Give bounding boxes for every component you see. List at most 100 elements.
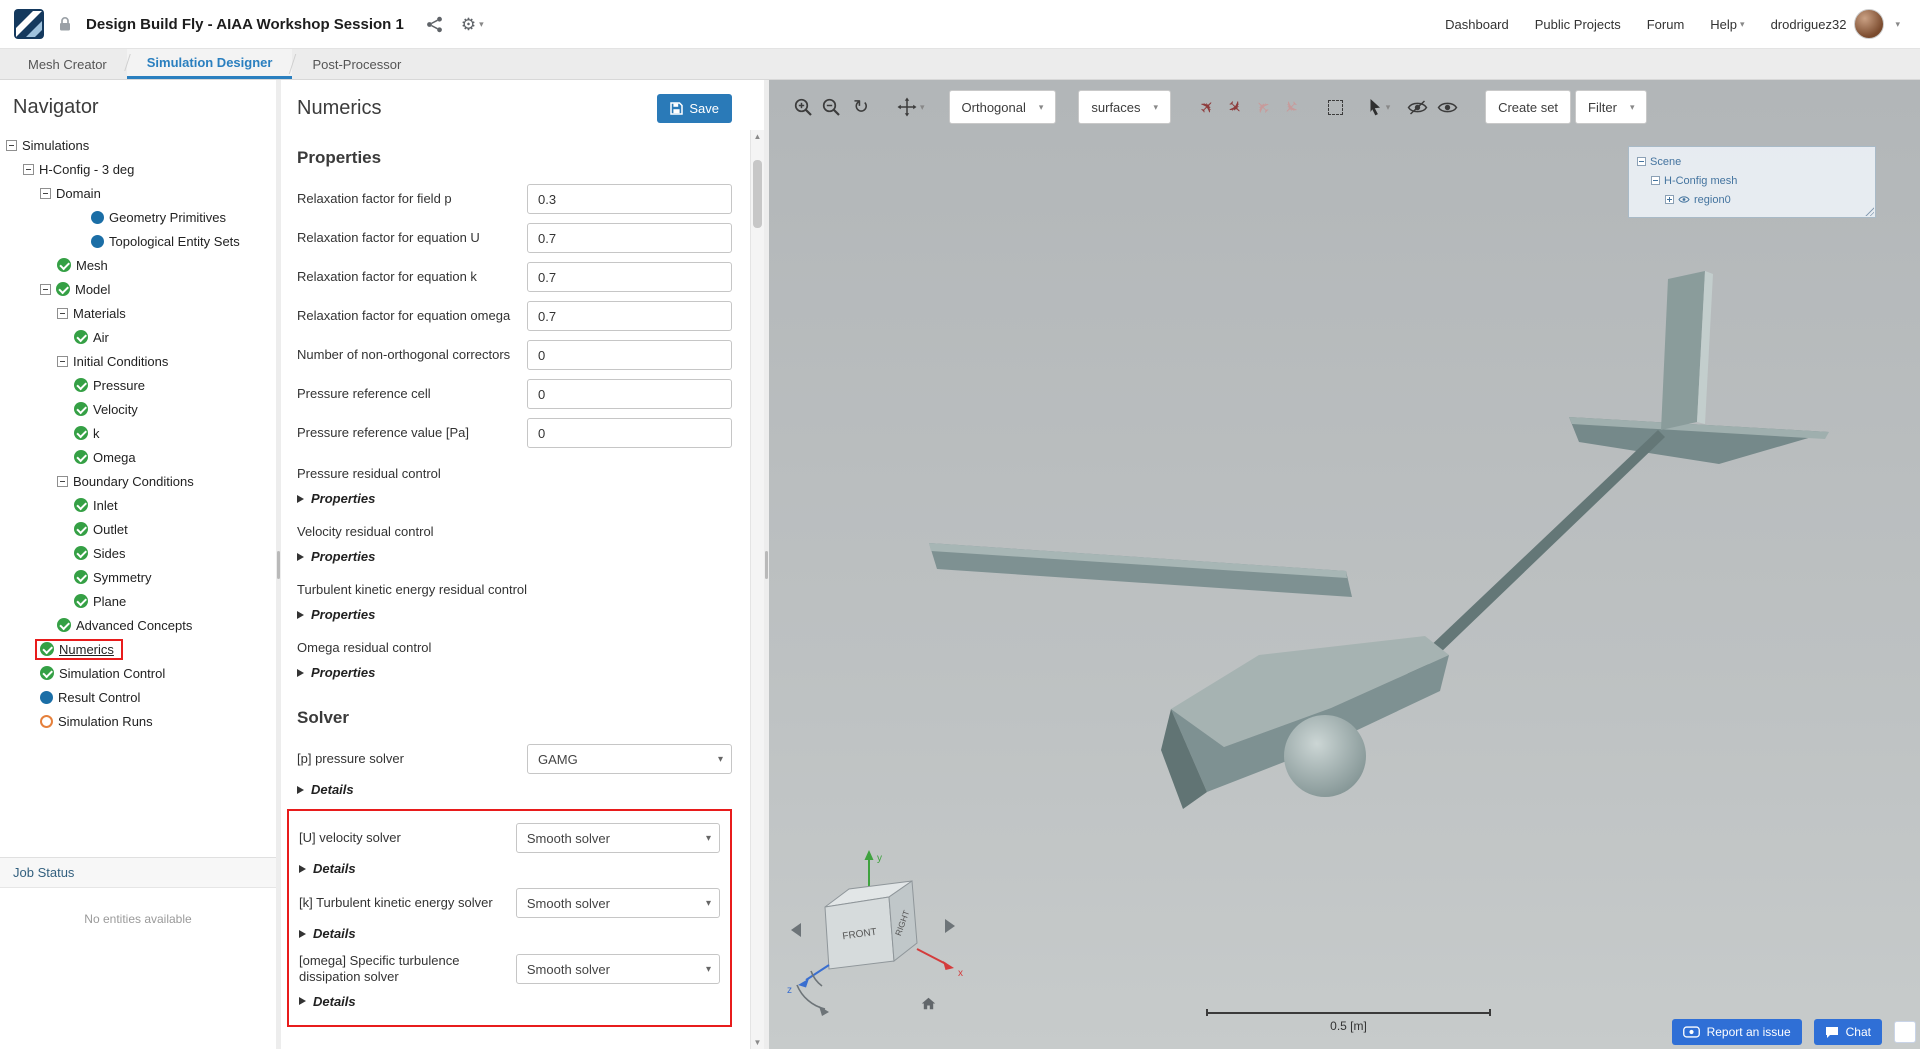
- scroll-up-icon[interactable]: ▲: [751, 132, 764, 141]
- tree-item-geometry-primitives[interactable]: Geometry Primitives: [0, 205, 276, 229]
- tree-item-numerics[interactable]: Numerics: [0, 637, 276, 661]
- solver-select-omega-specific-turbulence-dissipation-solver[interactable]: Smooth solver: [515, 954, 720, 985]
- chat-widget-handle[interactable]: [1894, 1021, 1916, 1043]
- scrollbar-thumb[interactable]: [753, 160, 762, 228]
- nav-link-help[interactable]: Help ▾: [1710, 17, 1744, 32]
- tab-mesh-creator[interactable]: Mesh Creator: [8, 49, 127, 79]
- tree-item-topological-entity-sets[interactable]: Topological Entity Sets: [0, 229, 276, 253]
- expand-toggle-properties[interactable]: Properties: [297, 491, 732, 506]
- user-menu[interactable]: drodriguez32 ▾: [1771, 9, 1900, 39]
- app-logo[interactable]: [14, 9, 44, 39]
- numerics-panel: Numerics Save Properties Relaxation fact…: [281, 80, 764, 1049]
- select-cursor-icon[interactable]: ▾: [1367, 94, 1391, 120]
- tree-item-advanced-concepts[interactable]: Advanced Concepts: [0, 613, 276, 637]
- tree-item-velocity[interactable]: Velocity: [0, 397, 276, 421]
- tree-item-omega[interactable]: Omega: [0, 445, 276, 469]
- projection-dropdown[interactable]: Orthogonal ▾: [948, 90, 1057, 124]
- field-input-relaxation-factor-for-equation-u[interactable]: [527, 223, 732, 253]
- report-issue-button[interactable]: Report an issue: [1671, 1019, 1802, 1045]
- box-select-icon[interactable]: [1323, 94, 1347, 120]
- field-input-pressure-reference-value-pa[interactable]: [527, 418, 732, 448]
- expand-toggle-properties[interactable]: Properties: [297, 665, 732, 680]
- expand-toggle-properties[interactable]: Properties: [297, 549, 732, 564]
- scene-tree-root[interactable]: Scene: [1635, 152, 1869, 171]
- field-input-relaxation-factor-for-field-p[interactable]: [527, 184, 732, 214]
- field-input-pressure-reference-cell[interactable]: [527, 379, 732, 409]
- hide-entity-icon[interactable]: [1405, 94, 1429, 120]
- solver-select-u-velocity-solver[interactable]: Smooth solver: [515, 823, 720, 853]
- save-button[interactable]: Save: [657, 93, 732, 123]
- tree-item-boundary-conditions[interactable]: Boundary Conditions: [0, 469, 276, 493]
- view-aircraft-icon-4[interactable]: ✈: [1273, 89, 1308, 124]
- tree-item-initial-conditions[interactable]: Initial Conditions: [0, 349, 276, 373]
- scroll-down-icon[interactable]: ▼: [751, 1038, 764, 1047]
- expand-toggle-details[interactable]: Details: [299, 926, 720, 941]
- tail-boom[interactable]: [1405, 430, 1665, 680]
- collapse-icon[interactable]: [1651, 176, 1660, 185]
- tree-item-materials[interactable]: Materials: [0, 301, 276, 325]
- tree-item-sides[interactable]: Sides: [0, 541, 276, 565]
- expand-toggle-details[interactable]: Details: [299, 994, 720, 1009]
- home-view-icon[interactable]: [921, 997, 936, 1010]
- nav-link-forum[interactable]: Forum: [1647, 17, 1685, 32]
- collapse-icon[interactable]: [40, 187, 51, 199]
- field-input-number-of-non-orthogonal-correctors[interactable]: [527, 340, 732, 370]
- tree-item-inlet[interactable]: Inlet: [0, 493, 276, 517]
- rotate-right-icon[interactable]: [945, 919, 955, 933]
- nav-link-dashboard[interactable]: Dashboard: [1445, 17, 1509, 32]
- solver-select-p-pressure-solver[interactable]: GAMG: [527, 744, 732, 774]
- collapse-icon[interactable]: [40, 283, 51, 295]
- collapse-icon[interactable]: [1637, 157, 1646, 166]
- viewport[interactable]: ↻ ▾ Orthogonal ▾ surfaces ▾ ✈ ✈ ✈ ✈ ▾ Cr…: [769, 80, 1920, 1049]
- tab-simulation-designer[interactable]: Simulation Designer: [126, 49, 293, 79]
- tree-item-mesh[interactable]: Mesh: [0, 253, 276, 277]
- tree-item-simulation-runs[interactable]: Simulation Runs: [0, 709, 276, 733]
- panel-scrollbar[interactable]: ▲ ▼: [750, 130, 764, 1049]
- tree-item-pressure[interactable]: Pressure: [0, 373, 276, 397]
- scene-tree-mesh[interactable]: H-Config mesh: [1635, 171, 1869, 190]
- render-mode-dropdown[interactable]: surfaces ▾: [1078, 90, 1172, 124]
- tree-item-symmetry[interactable]: Symmetry: [0, 565, 276, 589]
- orbit-arrow[interactable]: [796, 984, 826, 1010]
- settings-menu[interactable]: ⚙ ▾: [461, 16, 484, 33]
- tree-item-outlet[interactable]: Outlet: [0, 517, 276, 541]
- pan-icon[interactable]: ▾: [897, 94, 925, 120]
- tree-item-domain[interactable]: Domain: [0, 181, 276, 205]
- collapse-icon[interactable]: [23, 163, 34, 175]
- visibility-eye-icon[interactable]: [1678, 195, 1690, 204]
- expand-icon[interactable]: [1665, 195, 1674, 204]
- zoom-in-icon[interactable]: [791, 94, 815, 120]
- fuselage-dome[interactable]: [1284, 715, 1366, 797]
- solver-select-k-turbulent-kinetic-energy-solver[interactable]: Smooth solver: [515, 888, 720, 918]
- field-input-relaxation-factor-for-equation-k[interactable]: [527, 262, 732, 292]
- create-set-button[interactable]: Create set: [1485, 90, 1572, 124]
- tree-item-result-control[interactable]: Result Control: [0, 685, 276, 709]
- collapse-icon[interactable]: [6, 139, 17, 151]
- tree-item-simulations[interactable]: Simulations: [0, 133, 276, 157]
- tab-post-processor[interactable]: Post-Processor: [292, 49, 421, 79]
- orientation-cube[interactable]: y FRONT RIGHT x z: [783, 837, 983, 1027]
- collapse-icon[interactable]: [57, 355, 68, 367]
- tree-item-h-config-3-deg[interactable]: H-Config - 3 deg: [0, 157, 276, 181]
- expand-toggle-properties[interactable]: Properties: [297, 607, 732, 622]
- expand-toggle-details[interactable]: Details: [297, 782, 732, 797]
- tree-item-air[interactable]: Air: [0, 325, 276, 349]
- zoom-out-icon[interactable]: [819, 94, 843, 120]
- field-input-relaxation-factor-for-equation-omega[interactable]: [527, 301, 732, 331]
- tree-item-simulation-control[interactable]: Simulation Control: [0, 661, 276, 685]
- tree-item-model[interactable]: Model: [0, 277, 276, 301]
- chat-button[interactable]: Chat: [1813, 1019, 1882, 1045]
- nav-link-public-projects[interactable]: Public Projects: [1535, 17, 1621, 32]
- share-icon[interactable]: [426, 16, 443, 33]
- rotate-left-icon[interactable]: [791, 923, 801, 937]
- tree-item-k[interactable]: k: [0, 421, 276, 445]
- job-status-header[interactable]: Job Status: [0, 858, 276, 888]
- filter-dropdown[interactable]: Filter ▾: [1575, 90, 1648, 124]
- expand-toggle-details[interactable]: Details: [299, 861, 720, 876]
- reset-view-icon[interactable]: ↻: [849, 94, 873, 120]
- collapse-icon[interactable]: [57, 475, 68, 487]
- scene-tree-region[interactable]: region0: [1635, 190, 1869, 209]
- show-entity-icon[interactable]: [1435, 94, 1459, 120]
- collapse-icon[interactable]: [57, 307, 68, 319]
- tree-item-plane[interactable]: Plane: [0, 589, 276, 613]
